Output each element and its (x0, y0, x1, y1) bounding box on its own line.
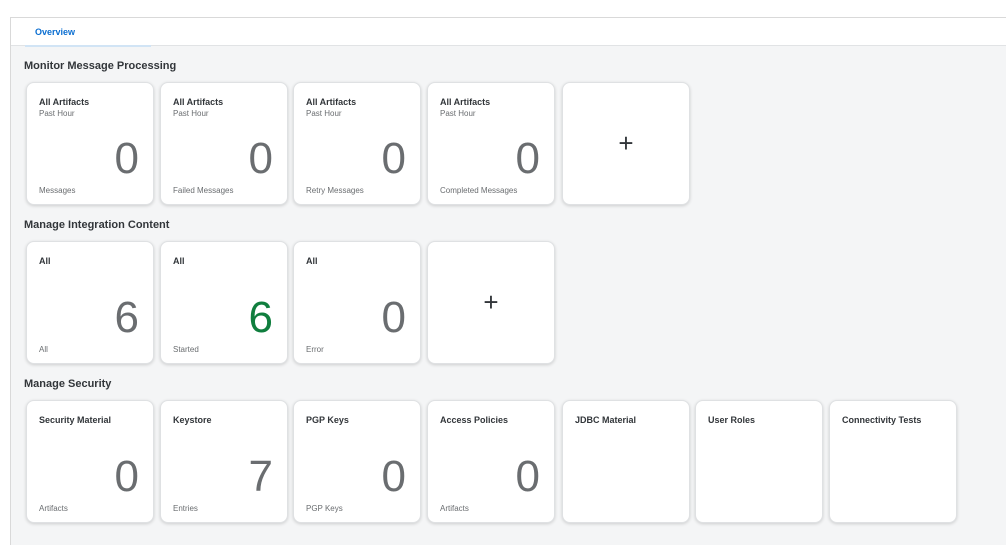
tile-title: All Artifacts (440, 97, 491, 107)
tile-footer: Failed Messages (173, 186, 234, 195)
tile-title: Connectivity Tests (842, 415, 922, 425)
tile-completed-messages[interactable]: All Artifacts Past Hour 0 Completed Mess… (427, 82, 555, 205)
tile-title: All (173, 256, 185, 266)
tile-keystore[interactable]: Keystore 7 Entries (160, 400, 288, 523)
tile-footer: Artifacts (39, 504, 68, 513)
tile-security-material[interactable]: Security Material 0 Artifacts (26, 400, 154, 523)
tile-pgp-keys[interactable]: PGP Keys 0 PGP Keys (293, 400, 421, 523)
tile-title: JDBC Material (575, 415, 637, 425)
tile-number: 0 (381, 452, 406, 501)
tile-title: All Artifacts (306, 97, 357, 107)
tab-overview-label: Overview (35, 27, 76, 37)
tile-title: All (306, 256, 318, 266)
tile-number: 0 (114, 134, 139, 183)
tile-footer: Entries (173, 504, 198, 513)
tile-failed-messages[interactable]: All Artifacts Past Hour 0 Failed Message… (160, 82, 288, 205)
tile-number: 0 (381, 134, 406, 183)
plus-icon: + (618, 128, 634, 158)
tile-subtitle: Past Hour (173, 109, 209, 118)
tile-jdbc-material[interactable]: JDBC Material (562, 400, 690, 523)
tile-all[interactable]: All 6 All (26, 241, 154, 364)
add-monitor-tile-button[interactable]: + (562, 82, 690, 205)
tile-user-roles[interactable]: User Roles (695, 400, 823, 523)
tile-title: Security Material (39, 415, 112, 425)
tile-footer: Messages (39, 186, 76, 195)
section-title-monitor: Monitor Message Processing (24, 60, 177, 72)
tile-connectivity-tests[interactable]: Connectivity Tests (829, 400, 957, 523)
tile-title: All Artifacts (39, 97, 90, 107)
tile-footer: Started (173, 345, 199, 354)
tile-title: Access Policies (440, 415, 509, 425)
tile-number: 0 (515, 134, 540, 183)
tile-title: User Roles (708, 415, 756, 425)
tile-footer: Completed Messages (440, 186, 518, 195)
tile-error[interactable]: All 0 Error (293, 241, 421, 364)
tile-subtitle: Past Hour (306, 109, 342, 118)
tab-bar: Overview (11, 18, 1006, 47)
tile-retry-messages[interactable]: All Artifacts Past Hour 0 Retry Messages (293, 82, 421, 205)
section-title-security: Manage Security (24, 378, 112, 390)
tab-overview[interactable]: Overview (25, 18, 151, 47)
tile-title: All (39, 256, 51, 266)
tile-number: 0 (381, 293, 406, 342)
tile-footer: Error (306, 345, 324, 354)
tile-messages[interactable]: All Artifacts Past Hour 0 Messages (26, 82, 154, 205)
tile-title: Keystore (173, 415, 212, 425)
add-integration-tile-button[interactable]: + (427, 241, 555, 364)
tab-selected-indicator (25, 45, 151, 47)
tile-started[interactable]: All 6 Started (160, 241, 288, 364)
tile-footer: All (39, 345, 48, 354)
tile-number: 0 (114, 452, 139, 501)
tile-footer: Retry Messages (306, 186, 364, 195)
plus-icon: + (483, 287, 499, 317)
tile-footer: Artifacts (440, 504, 469, 513)
tile-access-policies[interactable]: Access Policies 0 Artifacts (427, 400, 555, 523)
tile-title: All Artifacts (173, 97, 224, 107)
tile-footer: PGP Keys (306, 504, 343, 513)
overview-page: Overview Monitor Message Processing All … (10, 17, 1006, 545)
tile-number: 0 (248, 134, 273, 183)
tile-number: 6 (114, 293, 139, 342)
tile-number: 0 (515, 452, 540, 501)
tile-number: 7 (248, 452, 273, 501)
tile-number: 6 (248, 293, 273, 342)
tile-title: PGP Keys (306, 415, 349, 425)
tile-subtitle: Past Hour (39, 109, 75, 118)
section-title-integration: Manage Integration Content (24, 219, 170, 231)
tile-subtitle: Past Hour (440, 109, 476, 118)
